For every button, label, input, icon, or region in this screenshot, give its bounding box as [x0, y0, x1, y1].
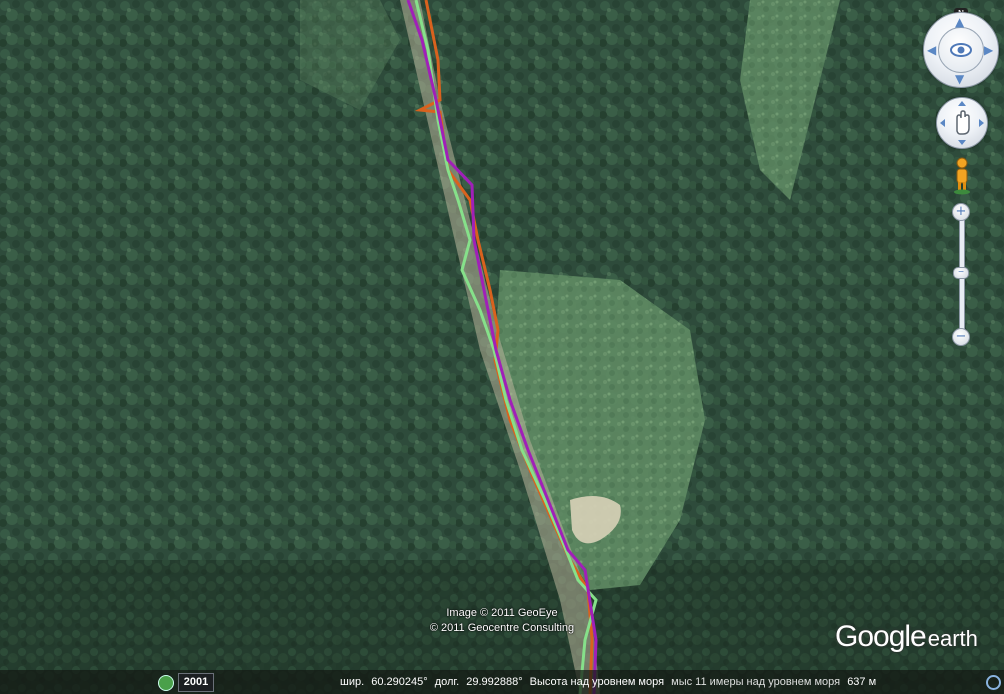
- street-view-pegman-icon[interactable]: [951, 157, 973, 195]
- zoom-slider[interactable]: + − −: [952, 203, 970, 347]
- zoom-in-button[interactable]: +: [952, 203, 970, 221]
- eye-altitude: 637 м: [847, 676, 877, 688]
- eye-icon: [950, 43, 972, 57]
- logo-earth-text: earth: [927, 626, 978, 651]
- zoom-thumb[interactable]: −: [953, 267, 969, 279]
- coordinates-readout: шир. 60.290245° долг. 29.992888° Высота …: [340, 676, 880, 688]
- historical-imagery-icon[interactable]: [158, 675, 174, 691]
- zoom-out-button[interactable]: −: [952, 328, 970, 346]
- look-up-arrow-icon[interactable]: ▲: [955, 16, 964, 28]
- move-control[interactable]: [936, 97, 988, 149]
- imagery-attribution: Image © 2011 GeoEye: [446, 607, 558, 619]
- longitude-label: долг.: [434, 676, 460, 688]
- latitude-value: 60.290245°: [371, 676, 428, 688]
- latitude-label: шир.: [340, 676, 365, 688]
- logo-google-text: Google: [835, 620, 927, 653]
- overlay-text: мыс 11 имеры над уровнем моря: [671, 676, 841, 688]
- look-around-control[interactable]: ▲ ▼ ◀ ▶: [923, 12, 999, 88]
- elevation-label: Высота над уровнем моря: [529, 676, 665, 688]
- look-joystick[interactable]: [938, 27, 984, 73]
- green-track: [414, 0, 598, 694]
- look-left-arrow-icon[interactable]: ◀: [927, 44, 936, 56]
- hand-icon: [940, 101, 984, 145]
- google-earth-logo: Googleearth: [835, 620, 978, 654]
- look-down-arrow-icon[interactable]: ▼: [955, 73, 964, 85]
- satellite-map[interactable]: Image © 2011 GeoEye © 2011 Geocentre Con…: [0, 0, 1004, 694]
- streaming-status-icon: [986, 675, 1001, 690]
- orange-track: [414, 0, 594, 694]
- longitude-value: 29.992888°: [466, 676, 523, 688]
- gps-tracks: [406, 0, 598, 694]
- purple-track: [406, 0, 598, 694]
- look-right-arrow-icon[interactable]: ▶: [984, 44, 993, 56]
- imagery-year-badge[interactable]: 2001: [178, 673, 214, 692]
